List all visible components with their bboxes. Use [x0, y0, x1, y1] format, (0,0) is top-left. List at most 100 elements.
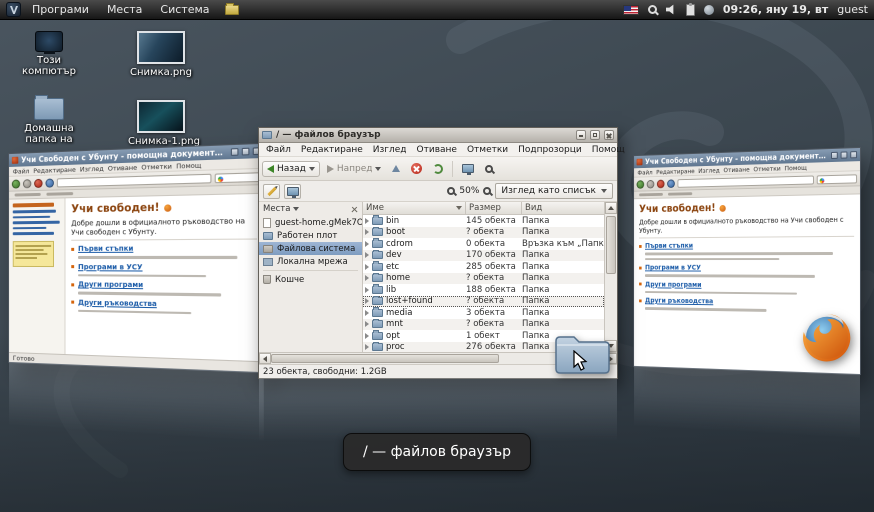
- file-row-lib[interactable]: lib 188 обектаПапка: [363, 284, 604, 296]
- minimize-button[interactable]: [231, 148, 239, 156]
- docs-link-item[interactable]: Първи стъпки: [71, 244, 257, 253]
- reload-button[interactable]: [429, 162, 447, 176]
- place-item-trash[interactable]: Кошче: [259, 273, 362, 286]
- keyboard-layout-flag-icon[interactable]: [623, 5, 639, 15]
- switcher-window-left[interactable]: Учи Свободен с Убунту - помощна документ…: [8, 143, 265, 374]
- address-bar[interactable]: [677, 175, 813, 187]
- scroll-track[interactable]: [605, 214, 617, 340]
- scroll-thumb[interactable]: [271, 354, 499, 363]
- places-header[interactable]: Места: [259, 202, 362, 216]
- expander-icon[interactable]: [365, 344, 369, 350]
- file-row-boot[interactable]: boot ? обектаПапка: [363, 227, 604, 239]
- computer-button[interactable]: [458, 162, 478, 175]
- column-header-name[interactable]: Име: [363, 202, 466, 214]
- sidebar-link[interactable]: [13, 232, 54, 235]
- view-mode-select[interactable]: Изглед като списък: [495, 183, 613, 199]
- scroll-thumb[interactable]: [606, 216, 616, 274]
- expander-icon[interactable]: [365, 310, 369, 316]
- expander-icon[interactable]: [365, 252, 369, 258]
- close-sidebar-icon[interactable]: [351, 206, 358, 213]
- desktop-icon-computer[interactable]: Този компютър: [16, 31, 82, 77]
- stop-icon[interactable]: [657, 179, 665, 188]
- minimize-button[interactable]: [831, 152, 838, 159]
- edit-location-toggle[interactable]: [263, 184, 280, 199]
- file-row-mnt[interactable]: mnt ? обектаПапка: [363, 319, 604, 331]
- reload-icon[interactable]: [667, 179, 675, 188]
- expander-icon[interactable]: [365, 229, 369, 235]
- bookmark-item[interactable]: [668, 192, 692, 195]
- column-header-type[interactable]: Вид: [522, 202, 604, 214]
- docs-link-item[interactable]: Други програми: [639, 280, 854, 289]
- file-row-cdrom[interactable]: cdrom 0 обектаВръзка към „Папка“: [363, 238, 604, 250]
- close-button[interactable]: [604, 130, 614, 140]
- notification-icon[interactable]: [704, 5, 714, 15]
- menu-places[interactable]: Места: [100, 1, 149, 18]
- back-icon[interactable]: [637, 180, 645, 189]
- menubar-item-edit[interactable]: Редактиране: [296, 144, 368, 156]
- docs-link-item[interactable]: Първи стъпки: [639, 241, 854, 250]
- user-menu[interactable]: guest: [837, 3, 868, 16]
- forward-button[interactable]: Напред: [323, 162, 386, 176]
- desktop-icon-snimka1[interactable]: Снимка-1.png: [128, 100, 194, 147]
- desktop-icon-home[interactable]: Домашна папка на: [16, 98, 82, 145]
- expander-icon[interactable]: [365, 287, 369, 293]
- forward-icon[interactable]: [23, 179, 31, 188]
- scroll-left-button[interactable]: [259, 353, 271, 364]
- bookmark-item[interactable]: [46, 192, 73, 196]
- place-item-desktop[interactable]: Работен плот: [259, 229, 362, 242]
- google-search-box[interactable]: [817, 174, 857, 184]
- sidebar-link[interactable]: [13, 226, 47, 229]
- minimize-button[interactable]: [576, 130, 586, 140]
- docs-link-item[interactable]: Програми в УСУ: [639, 264, 854, 272]
- menubar-item-bookmarks[interactable]: Отметки: [462, 144, 513, 156]
- reload-icon[interactable]: [45, 178, 54, 187]
- bookmark-item[interactable]: [639, 193, 663, 196]
- menubar-item-view[interactable]: Изглед: [368, 144, 412, 156]
- menu-applications[interactable]: Програми: [25, 1, 96, 18]
- maximize-button[interactable]: [242, 148, 250, 156]
- expander-icon[interactable]: [365, 275, 369, 281]
- scroll-up-button[interactable]: [605, 202, 617, 214]
- google-search-box[interactable]: [215, 172, 261, 183]
- menubar-item-tabs[interactable]: Подпрозорци: [513, 144, 587, 156]
- menubar-item-help[interactable]: Помощ: [587, 144, 630, 156]
- file-row-media[interactable]: media 3 обектаПапка: [363, 307, 604, 319]
- clock[interactable]: 09:26, яну 19, вт: [723, 3, 828, 16]
- expander-icon[interactable]: [365, 218, 369, 224]
- file-row-home[interactable]: home ? обектаПапка: [363, 273, 604, 285]
- search-button[interactable]: [481, 163, 497, 175]
- expander-icon[interactable]: [365, 333, 369, 339]
- bookmark-item[interactable]: [15, 193, 41, 197]
- docs-link-item[interactable]: Други ръководства: [639, 297, 854, 308]
- docs-link-item[interactable]: Други програми: [71, 280, 257, 290]
- root-location-button[interactable]: [284, 184, 301, 199]
- expander-icon[interactable]: [365, 264, 369, 270]
- expander-icon[interactable]: [365, 241, 369, 247]
- desktop-icon-snimka[interactable]: Снимка.png: [128, 31, 194, 78]
- zoom-in-icon[interactable]: [483, 187, 491, 195]
- file-row-bin[interactable]: bin 145 обектаПапка: [363, 215, 604, 227]
- sidebar-link[interactable]: [13, 210, 56, 213]
- window-titlebar[interactable]: / — файлов браузър: [259, 128, 617, 143]
- volume-icon[interactable]: [666, 4, 677, 15]
- zoom-out-icon[interactable]: [447, 187, 455, 195]
- file-row-lost-found[interactable]: lost+found ? обектаПапка: [363, 296, 604, 308]
- place-item-guest-home[interactable]: guest-home.gMek7O: [259, 216, 362, 229]
- stop-button[interactable]: [407, 161, 426, 176]
- stop-icon[interactable]: [34, 178, 42, 187]
- address-bar[interactable]: [57, 173, 212, 187]
- docs-link-item[interactable]: Програми в УСУ: [71, 263, 257, 272]
- back-icon[interactable]: [12, 179, 20, 188]
- place-item-filesystem[interactable]: Файлова система: [259, 242, 362, 255]
- docs-sidebar[interactable]: [9, 198, 65, 354]
- expander-icon[interactable]: [365, 298, 369, 304]
- menubar-item-go[interactable]: Отиване: [412, 144, 462, 156]
- menu-system[interactable]: Система: [153, 1, 216, 18]
- clipboard-icon[interactable]: [686, 4, 695, 16]
- docs-link-item[interactable]: Други ръководства: [71, 298, 257, 309]
- menubar-item-file[interactable]: Файл: [261, 144, 296, 156]
- sidebar-link[interactable]: [13, 221, 60, 224]
- forward-icon[interactable]: [647, 179, 655, 188]
- close-button[interactable]: [850, 151, 857, 158]
- file-row-dev[interactable]: dev 170 обектаПапка: [363, 250, 604, 262]
